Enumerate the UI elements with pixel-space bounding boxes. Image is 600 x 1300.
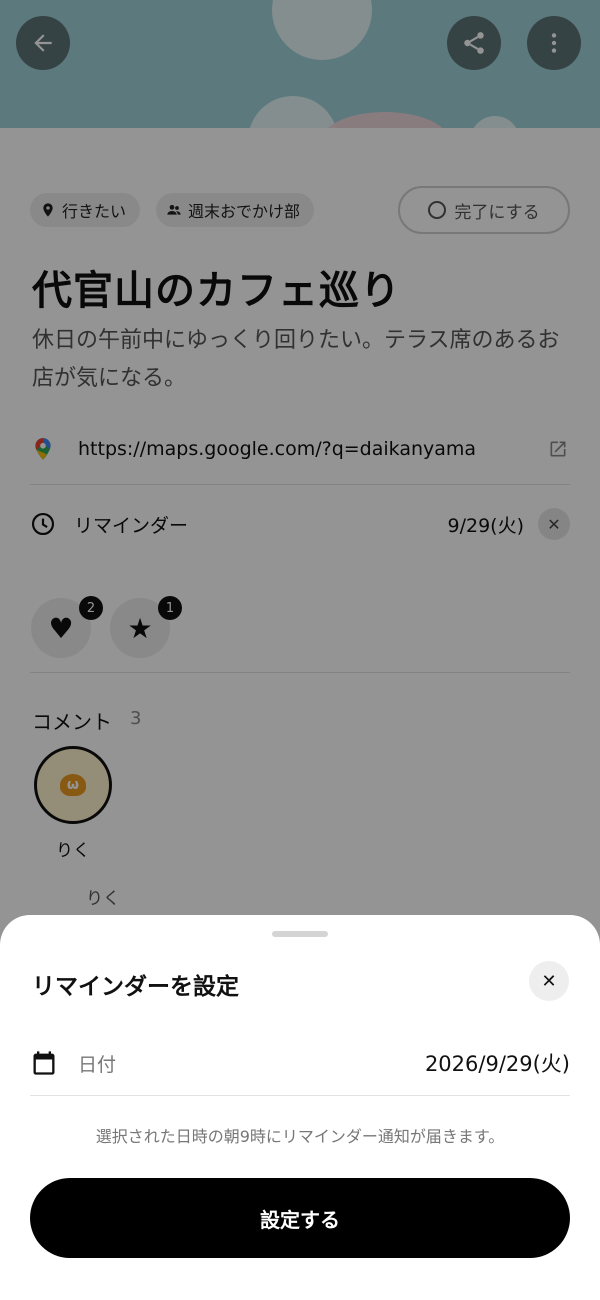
close-icon: ✕: [541, 970, 557, 992]
set-reminder-button[interactable]: 設定する: [30, 1178, 570, 1258]
reminder-note: 選択された日時の朝9時にリマインダー通知が届きます。: [95, 1127, 505, 1146]
date-value[interactable]: 2026/9/29(火): [425, 1048, 570, 1078]
sheet-close-button[interactable]: ✕: [529, 961, 569, 1001]
calendar-icon: [33, 1051, 55, 1075]
divider: [30, 1095, 570, 1096]
date-label: 日付: [78, 1053, 117, 1076]
sheet-title: リマインダーを設定: [32, 974, 239, 1000]
date-picker-row[interactable]: 日付 2026/9/29(火): [30, 1043, 570, 1083]
sheet-drag-handle[interactable]: [272, 931, 328, 937]
reminder-bottom-sheet: リマインダーを設定 ✕ 日付 2026/9/29(火) 選択された日時の朝9時に…: [0, 915, 600, 1300]
